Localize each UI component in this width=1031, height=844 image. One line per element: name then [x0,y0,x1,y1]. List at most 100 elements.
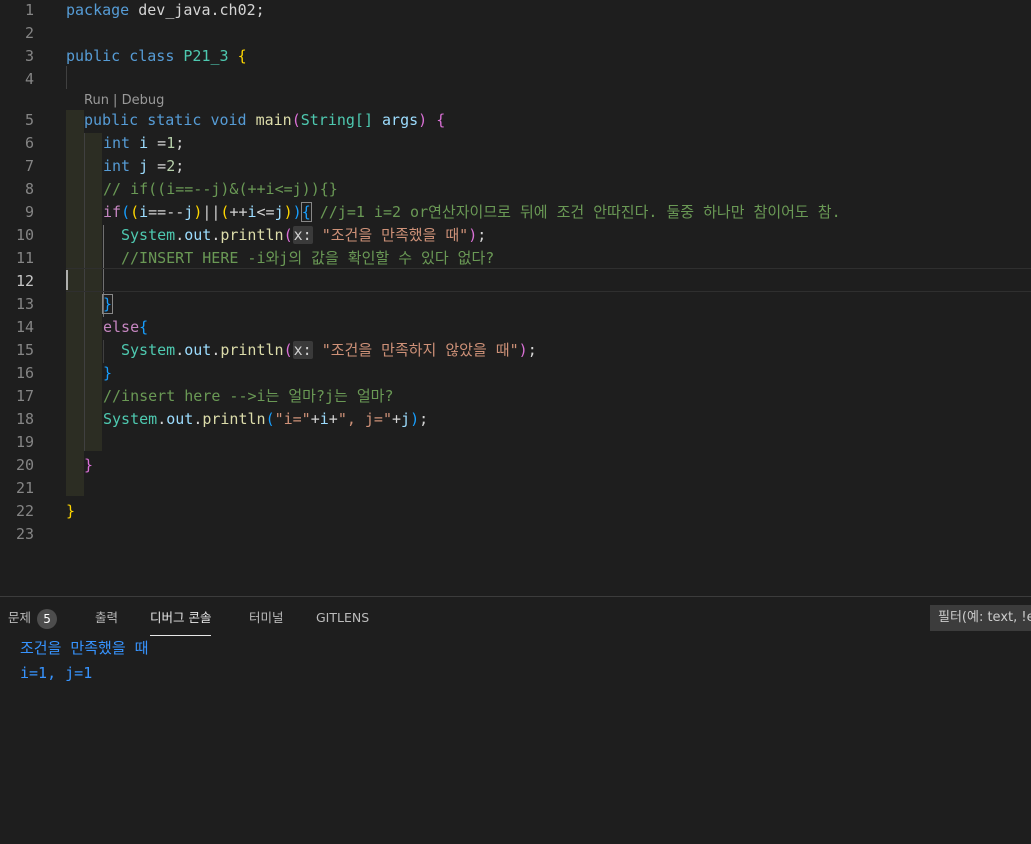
variable: j [184,203,194,221]
code-text: dev_java.ch02; [129,1,265,19]
operator: ==-- [148,203,185,221]
line-number: 4 [24,70,34,88]
code-line-3[interactable]: public class P21_3 { [66,45,1031,68]
comment: //INSERT HERE -i와j의 값을 확인할 수 있다 없다? [121,249,495,267]
code-line-8[interactable]: // if((i==--j)&(++i<=j)){} [103,178,1031,201]
line-number: 7 [24,157,34,175]
semicolon: ; [175,134,185,152]
string-literal: "i=" [274,410,311,428]
line-number: 5 [24,111,34,129]
current-line-highlight [66,268,1031,292]
operator: + [392,410,402,428]
tab-label: 디버그 콘솔 [150,610,212,625]
keyword: class [129,47,175,65]
code-line-1[interactable]: package dev_java.ch02; [66,0,1031,22]
variable: i [247,203,257,221]
console-filter-input[interactable]: 필터(예: text, !e [930,605,1031,631]
comment: //j=1 i=2 or연산자이므로 뒤에 조건 안따진다. 둘중 하나만 참이… [310,203,841,221]
operator: + [328,410,338,428]
line-number: 10 [15,226,34,244]
bracket: } [66,502,76,520]
method-name: println [202,410,266,428]
bracket: ( [265,410,275,428]
bracket: { [436,111,446,129]
type-name: String[] [300,111,373,129]
parameter: args [382,111,419,129]
code-line-9[interactable]: if((i==--j)||(++i<=j)){ //j=1 i=2 or연산자이… [103,201,1031,224]
tab-label: 터미널 [249,610,284,625]
semicolon: ; [527,341,537,359]
keyword: else [103,318,140,336]
line-number: 20 [15,456,34,474]
code-line-14[interactable]: else{ [103,316,1031,339]
line-number: 22 [15,502,34,520]
semicolon: ; [419,410,429,428]
variable: j [139,157,149,175]
semicolon: ; [477,226,487,244]
string-literal: ", j=" [337,410,392,428]
variable: i [139,134,149,152]
line-number-active: 12 [15,272,34,290]
class-name: System [121,226,176,244]
dot: . [175,341,185,359]
codelens-run-debug[interactable]: Run | Debug [84,91,164,111]
keyword: int [103,134,131,152]
line-number: 21 [15,479,34,497]
code-editor[interactable]: 1 2 3 4 5 6 7 8 9 10 11 12 13 14 15 16 1… [0,0,1031,596]
bracket-matched: } [101,294,114,314]
keyword: package [66,1,130,19]
comment: //insert here -->i는 얼마?j는 얼마? [103,387,394,405]
class-name: P21_3 [183,47,229,65]
keyword: public [66,47,121,65]
line-number: 15 [15,341,34,359]
tab-debug-console[interactable]: 디버그 콘솔 [150,597,212,636]
line-number: 14 [15,318,34,336]
indent-guide [66,66,67,89]
inlay-hint: x: [292,341,313,359]
bracket: ( [130,203,140,221]
tab-gitlens[interactable]: GITLENS [316,597,369,635]
operator: = [148,134,167,152]
tab-output[interactable]: 출력 [95,597,118,635]
semicolon: ; [175,157,185,175]
code-line-7[interactable]: int j =2; [103,155,1031,178]
operator: = [148,157,167,175]
code-line-15[interactable]: System.out.println(x: "조건을 만족하지 않았을 때"); [121,339,1031,362]
tab-terminal[interactable]: 터미널 [249,597,284,635]
line-number: 3 [24,47,34,65]
code-line-5[interactable]: public static void main(String[] args) { [84,109,1031,132]
line-number: 16 [15,364,34,382]
tab-label: GITLENS [316,610,370,625]
number: 1 [166,134,176,152]
bracket: ) [292,203,302,221]
bracket: ) [410,410,420,428]
string-literal: "조건을 만족하지 않았을 때" [321,341,519,359]
bracket: ) [193,203,203,221]
tab-problems[interactable]: 문제 5 [8,597,58,635]
keyword: public [84,111,139,129]
line-number: 18 [15,410,34,428]
code-line-11[interactable]: //INSERT HERE -i와j의 값을 확인할 수 있다 없다? [121,247,1031,270]
bracket: { [139,318,149,336]
line-number: 11 [15,249,34,267]
variable: j [274,203,284,221]
code-line-20[interactable]: } [84,454,1031,477]
code-line-17[interactable]: //insert here -->i는 얼마?j는 얼마? [103,385,1031,408]
code-line-22[interactable]: } [66,500,1031,523]
line-number: 8 [24,180,34,198]
code-line-18[interactable]: System.out.println("i="+i+", j="+j); [103,408,1031,431]
bracket: } [103,364,113,382]
keyword: int [103,157,131,175]
keyword: void [210,111,247,129]
code-line-6[interactable]: int i =1; [103,132,1031,155]
code-line-10[interactable]: System.out.println(x: "조건을 만족했을 때"); [121,224,1031,247]
variable: j [401,410,411,428]
code-line-13[interactable]: } [101,293,1031,316]
number: 2 [166,157,176,175]
line-number: 2 [24,24,34,42]
class-name: System [121,341,176,359]
code-line-16[interactable]: } [103,362,1031,385]
method-name: println [220,341,284,359]
operator: <= [256,203,275,221]
scope-highlight [66,110,84,496]
